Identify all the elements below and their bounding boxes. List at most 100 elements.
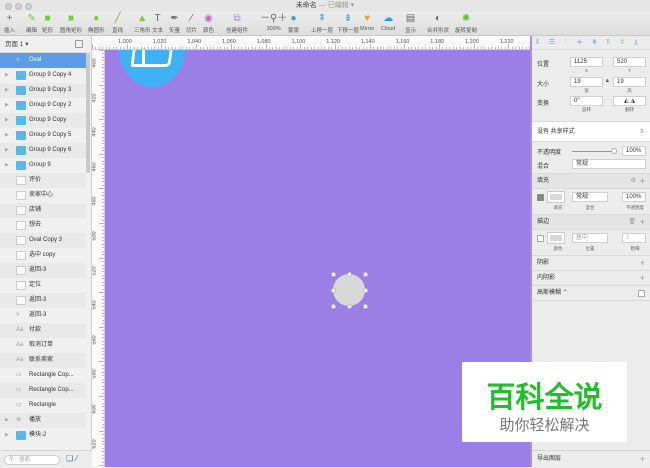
toolbar-button-12[interactable]: －⚲＋ 309% (260, 13, 287, 32)
inner-shadow-row[interactable]: 内阴影 + (532, 271, 650, 286)
border-color-swatch[interactable] (547, 232, 565, 244)
fill-settings-icon[interactable]: ⚙ (631, 174, 636, 189)
opacity-slider[interactable] (572, 151, 614, 152)
toolbar-button-1[interactable]: ✎ 编辑 (26, 13, 37, 34)
opacity-field[interactable]: 100% (622, 146, 646, 156)
shared-style-select[interactable]: 没有 共享样式 ⇕ (532, 122, 650, 142)
resize-handle[interactable] (363, 272, 368, 277)
fill-checkbox[interactable] (537, 194, 544, 201)
disclosure-arrow-icon[interactable]: ▶ (5, 158, 9, 173)
resize-handle[interactable] (347, 304, 352, 309)
layer-item[interactable]: ▶ Group 9 (0, 158, 86, 173)
disclosure-arrow-icon[interactable]: ▶ (5, 413, 9, 428)
toolbar-button-20[interactable]: ✺ 旋转复制 (455, 13, 477, 34)
export-row[interactable]: 导出图层 + (532, 450, 650, 467)
toolbar-button-10[interactable]: ◉ 颜色 (203, 13, 214, 34)
border-position-select[interactable]: 居中 (572, 233, 608, 243)
disclosure-arrow-icon[interactable]: ▶ (5, 113, 9, 128)
disclosure-arrow-icon[interactable]: ▶ (5, 68, 9, 83)
toolbar-button-18[interactable]: ▤ 显示 (405, 13, 416, 34)
blue-circle-artboard-shape[interactable] (118, 50, 186, 87)
toolbar-button-6[interactable]: ▲ 三角形 (134, 13, 151, 34)
minimize-window-button[interactable] (15, 3, 22, 10)
resize-handle[interactable] (347, 272, 352, 277)
layer-item[interactable]: 店铺 (0, 203, 86, 218)
opacity-slider-knob[interactable] (611, 148, 617, 154)
layer-item[interactable]: ▭ Rectangle (0, 398, 86, 413)
add-shadow-icon[interactable]: + (640, 256, 645, 271)
layer-item[interactable]: ▶ ⊛ 播放 (0, 413, 86, 428)
border-width-field[interactable]: 1 (622, 233, 646, 243)
y-field[interactable]: 520 (613, 57, 646, 67)
layer-item[interactable]: ▶ Group 9 Copy 6 (0, 143, 86, 158)
toolbar-button-0[interactable]: + 插入 (4, 13, 15, 34)
layer-item[interactable]: ▭ Rectangle Cop... (0, 368, 86, 383)
toolbar-button-16[interactable]: ♥ Mirror (360, 13, 374, 32)
toolbar-button-17[interactable]: ☁ Cloud (381, 13, 395, 32)
resize-handle[interactable] (331, 272, 336, 277)
rotate-field[interactable]: 0° (570, 96, 603, 106)
width-field[interactable]: 19 (570, 77, 603, 87)
layer-item[interactable]: Aa 联系卖家 (0, 353, 86, 368)
blend-select[interactable]: 常规 (572, 159, 646, 169)
blur-checkbox[interactable] (638, 290, 645, 297)
add-page-icon[interactable] (75, 40, 83, 48)
add-export-icon[interactable]: + (640, 451, 645, 468)
vertical-ruler[interactable]: 400 420 440 460 480 500 520 540 560 580 600 620 (92, 50, 105, 467)
blur-row[interactable]: 高斯模糊 ⌃ (532, 286, 650, 301)
toolbar-button-2[interactable]: ■ 矩形 (42, 13, 53, 34)
toolbar-button-11[interactable]: ⧉ 创建组件 (226, 13, 248, 34)
symbol-filter-icon[interactable]: ❏ (66, 454, 73, 463)
layer-item[interactable]: ▶ Group 9 Copy (0, 113, 86, 128)
toolbar-button-8[interactable]: ✒ 矢量 (169, 13, 180, 34)
horizontal-ruler[interactable]: 1,000 1,020 1,040 1,060 1,080 1,100 1,120 1,140… (92, 36, 530, 50)
disclosure-arrow-icon[interactable]: ▶ (5, 128, 9, 143)
height-field[interactable]: 19 (613, 77, 646, 87)
resize-handle[interactable] (331, 304, 336, 309)
flip-buttons[interactable]: ◭ ◮ (613, 96, 646, 106)
layer-item[interactable]: 想去 (0, 218, 86, 233)
disclosure-arrow-icon[interactable]: ▶ (5, 98, 9, 113)
layer-item[interactable]: 选中 copy (0, 248, 86, 263)
layer-item[interactable]: ▭ Rectangle Cop... (0, 383, 86, 398)
toolbar-button-15[interactable]: ⇟ 下移一层 (337, 13, 359, 34)
align-toolbar[interactable]: ⫴ ☰ ⫶ ≑ ⩩ ⫪ ⫩ ⫫ (532, 36, 650, 50)
add-fill-icon[interactable]: + (640, 174, 645, 189)
disclosure-arrow-icon[interactable]: ▶ (5, 83, 9, 98)
zoom-window-button[interactable] (25, 3, 32, 10)
layer-item[interactable]: ▶ Group 9 Copy 3 (0, 83, 86, 98)
layer-item[interactable]: Aa 取消订单 (0, 338, 86, 353)
layer-item[interactable]: ▶ Group 9 Copy 4 (0, 68, 86, 83)
layer-item[interactable]: Oval Copy 3 (0, 233, 86, 248)
layer-item[interactable]: ▶ 模块-2 (0, 428, 86, 443)
layer-item[interactable]: ▶ Group 9 Copy 2 (0, 98, 86, 113)
disclosure-arrow-icon[interactable]: ▶ (5, 143, 9, 158)
layer-item[interactable]: ○ Oval (0, 53, 86, 68)
toolbar-button-5[interactable]: ╱ 直线 (112, 13, 123, 34)
toolbar-button-14[interactable]: ⇞ 上移一层 (311, 13, 333, 34)
layer-item[interactable]: 返回-3 (0, 263, 86, 278)
layer-item[interactable]: 定位 (0, 278, 86, 293)
resize-handle[interactable] (331, 288, 336, 293)
add-inner-shadow-icon[interactable]: + (640, 271, 645, 286)
layer-item[interactable]: > 返回-3 (0, 308, 86, 323)
layer-item[interactable]: Aa 付款 (0, 323, 86, 338)
fill-opacity-field[interactable]: 100% (622, 192, 646, 202)
toolbar-button-19[interactable]: ◐ 合并形状 (427, 13, 449, 34)
toolbar-button-3[interactable]: ■ 圆角矩形 (60, 13, 82, 34)
add-border-icon[interactable]: + (640, 215, 645, 230)
layer-item[interactable]: 评价 (0, 173, 86, 188)
x-field[interactable]: 1125 (570, 57, 603, 67)
toolbar-button-7[interactable]: T 文本 (152, 13, 163, 34)
layer-item[interactable]: 卖家中心 (0, 188, 86, 203)
shadow-row[interactable]: 阴影 + (532, 256, 650, 271)
lock-ratio-icon[interactable]: 🔒︎ (606, 78, 609, 84)
layer-item[interactable]: 返回-3 (0, 293, 86, 308)
layer-item[interactable]: ▶ Group 9 Copy 5 (0, 128, 86, 143)
trash-icon[interactable]: 🗑︎ (628, 215, 636, 230)
selected-oval[interactable] (333, 274, 365, 306)
fill-blend-select[interactable]: 常规 (572, 192, 608, 202)
border-checkbox[interactable] (537, 235, 544, 242)
slice-filter-icon[interactable]: ⁄ (76, 454, 77, 463)
layers-scrollbar[interactable] (86, 53, 90, 173)
